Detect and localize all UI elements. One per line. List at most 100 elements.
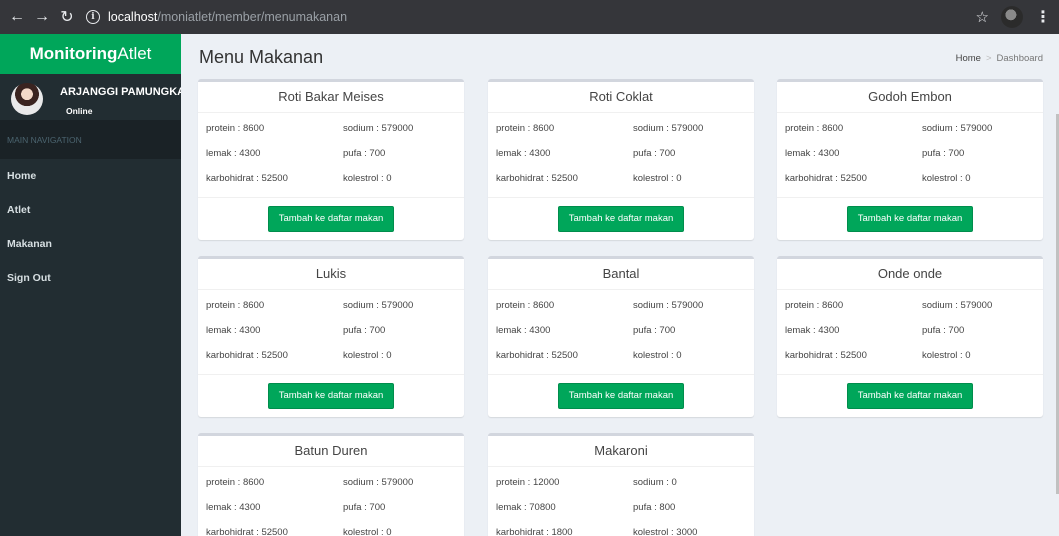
pufa-value: pufa : 700 — [922, 325, 965, 336]
pufa-value: pufa : 700 — [343, 148, 386, 159]
logo-normal-text: Atlet — [117, 44, 152, 63]
pufa-value: pufa : 700 — [343, 502, 386, 513]
sodium-value: sodium : 579000 — [343, 123, 414, 134]
food-card: Batun Duren protein : 8600 sodium : 5790… — [198, 433, 464, 536]
nav-header: MAIN NAVIGATION — [0, 120, 181, 159]
user-status: Online — [66, 106, 93, 116]
kolestrol-value: kolestrol : 0 — [633, 350, 682, 361]
sodium-value: sodium : 579000 — [633, 123, 704, 134]
food-nutrients: protein : 8600 sodium : 579000 lemak : 4… — [198, 467, 464, 536]
pufa-value: pufa : 700 — [633, 325, 676, 336]
sodium-value: sodium : 579000 — [343, 300, 414, 311]
info-icon[interactable]: i — [86, 10, 100, 24]
karbohidrat-value: karbohidrat : 52500 — [206, 527, 288, 536]
kolestrol-value: kolestrol : 3000 — [633, 527, 698, 536]
karbohidrat-value: karbohidrat : 52500 — [206, 350, 288, 361]
sodium-value: sodium : 0 — [633, 477, 677, 488]
kolestrol-value: kolestrol : 0 — [633, 173, 682, 184]
user-name: ARJANGGI PAMUNGKAS — [60, 86, 193, 98]
sodium-value: sodium : 579000 — [633, 300, 704, 311]
address-bar[interactable]: i localhost/moniatlet/member/menumakanan — [86, 4, 347, 30]
food-name: Godoh Embon — [777, 82, 1043, 113]
bookmark-star-icon[interactable]: ☆ — [976, 8, 989, 26]
protein-value: protein : 8600 — [496, 123, 555, 134]
breadcrumb-separator: > — [985, 53, 992, 64]
food-nutrients: protein : 8600 sodium : 579000 lemak : 4… — [777, 113, 1043, 198]
back-arrow-icon[interactable]: ← — [6, 6, 28, 28]
url-host: localhost — [108, 10, 158, 24]
protein-value: protein : 8600 — [785, 123, 844, 134]
profile-avatar-icon[interactable] — [1001, 6, 1023, 28]
karbohidrat-value: karbohidrat : 52500 — [785, 173, 867, 184]
app-logo[interactable]: Monitoring Atlet — [0, 34, 181, 74]
lemak-value: lemak : 4300 — [785, 148, 840, 159]
sidebar-item-makanan[interactable]: Makanan — [0, 227, 181, 261]
protein-value: protein : 8600 — [785, 300, 844, 311]
lemak-value: lemak : 4300 — [206, 148, 261, 159]
pufa-value: pufa : 800 — [633, 502, 676, 513]
food-name: Lukis — [198, 259, 464, 290]
food-name: Batun Duren — [198, 436, 464, 467]
kolestrol-value: kolestrol : 0 — [922, 350, 971, 361]
karbohidrat-value: karbohidrat : 52500 — [496, 173, 578, 184]
karbohidrat-value: karbohidrat : 1800 — [496, 527, 573, 536]
food-card: Lukis protein : 8600 sodium : 579000 lem… — [198, 256, 464, 417]
sidebar-item-sign-out[interactable]: Sign Out — [0, 261, 181, 295]
food-nutrients: protein : 8600 sodium : 579000 lemak : 4… — [488, 290, 754, 375]
url-path: /moniatlet/member/menumakanan — [157, 10, 348, 24]
food-name: Onde onde — [777, 259, 1043, 290]
more-menu-icon[interactable]: ⋮ — [1035, 7, 1051, 27]
add-to-meal-button[interactable]: Tambah ke daftar makan — [267, 206, 395, 232]
forward-arrow-icon[interactable]: → — [31, 6, 53, 28]
kolestrol-value: kolestrol : 0 — [343, 527, 392, 536]
protein-value: protein : 8600 — [206, 300, 265, 311]
browser-toolbar: ← → ↻ i localhost/moniatlet/member/menum… — [0, 0, 1059, 34]
kolestrol-value: kolestrol : 0 — [922, 173, 971, 184]
food-name: Makaroni — [488, 436, 754, 467]
sidebar-item-atlet[interactable]: Atlet — [0, 193, 181, 227]
food-card: Godoh Embon protein : 8600 sodium : 5790… — [777, 79, 1043, 240]
karbohidrat-value: karbohidrat : 52500 — [206, 173, 288, 184]
lemak-value: lemak : 4300 — [496, 325, 551, 336]
pufa-value: pufa : 700 — [922, 148, 965, 159]
add-to-meal-button[interactable]: Tambah ke daftar makan — [557, 383, 685, 409]
page-title: Menu Makanan — [199, 47, 324, 67]
food-nutrients: protein : 8600 sodium : 579000 lemak : 4… — [488, 113, 754, 198]
page-scrollbar[interactable] — [1055, 34, 1059, 536]
food-nutrients: protein : 8600 sodium : 579000 lemak : 4… — [198, 290, 464, 375]
add-to-meal-button[interactable]: Tambah ke daftar makan — [267, 383, 395, 409]
karbohidrat-value: karbohidrat : 52500 — [496, 350, 578, 361]
lemak-value: lemak : 70800 — [496, 502, 556, 513]
protein-value: protein : 12000 — [496, 477, 560, 488]
lemak-value: lemak : 4300 — [496, 148, 551, 159]
sodium-value: sodium : 579000 — [922, 123, 993, 134]
reload-icon[interactable]: ↻ — [56, 6, 78, 28]
food-nutrients: protein : 8600 sodium : 579000 lemak : 4… — [198, 113, 464, 198]
main-content: Menu Makanan Home > Dashboard Roti Bakar M… — [181, 34, 1059, 536]
add-to-meal-button[interactable]: Tambah ke daftar makan — [846, 383, 974, 409]
avatar — [11, 83, 43, 115]
pufa-value: pufa : 700 — [343, 325, 386, 336]
food-card: Roti Bakar Meises protein : 8600 sodium … — [198, 79, 464, 240]
logo-bold-text: Monitoring — [29, 44, 118, 63]
food-nutrients: protein : 8600 sodium : 579000 lemak : 4… — [777, 290, 1043, 375]
protein-value: protein : 8600 — [206, 477, 265, 488]
kolestrol-value: kolestrol : 0 — [343, 173, 392, 184]
add-to-meal-button[interactable]: Tambah ke daftar makan — [846, 206, 974, 232]
food-name: Bantal — [488, 259, 754, 290]
add-to-meal-button[interactable]: Tambah ke daftar makan — [557, 206, 685, 232]
lemak-value: lemak : 4300 — [206, 325, 261, 336]
sidebar: ARJANGGI PAMUNGKAS Online MAIN NAVIGATIO… — [0, 74, 192, 536]
breadcrumb-home[interactable]: Home — [956, 53, 981, 64]
lemak-value: lemak : 4300 — [206, 502, 261, 513]
sidebar-item-home[interactable]: Home — [0, 159, 181, 193]
breadcrumb: Home > Dashboard — [956, 53, 1043, 64]
pufa-value: pufa : 700 — [633, 148, 676, 159]
food-nutrients: protein : 12000 sodium : 0 lemak : 70800… — [488, 467, 754, 536]
food-card: Roti Coklat protein : 8600 sodium : 5790… — [488, 79, 754, 240]
food-card: Bantal protein : 8600 sodium : 579000 le… — [488, 256, 754, 417]
food-name: Roti Bakar Meises — [198, 82, 464, 113]
sodium-value: sodium : 579000 — [922, 300, 993, 311]
sodium-value: sodium : 579000 — [343, 477, 414, 488]
protein-value: protein : 8600 — [496, 300, 555, 311]
